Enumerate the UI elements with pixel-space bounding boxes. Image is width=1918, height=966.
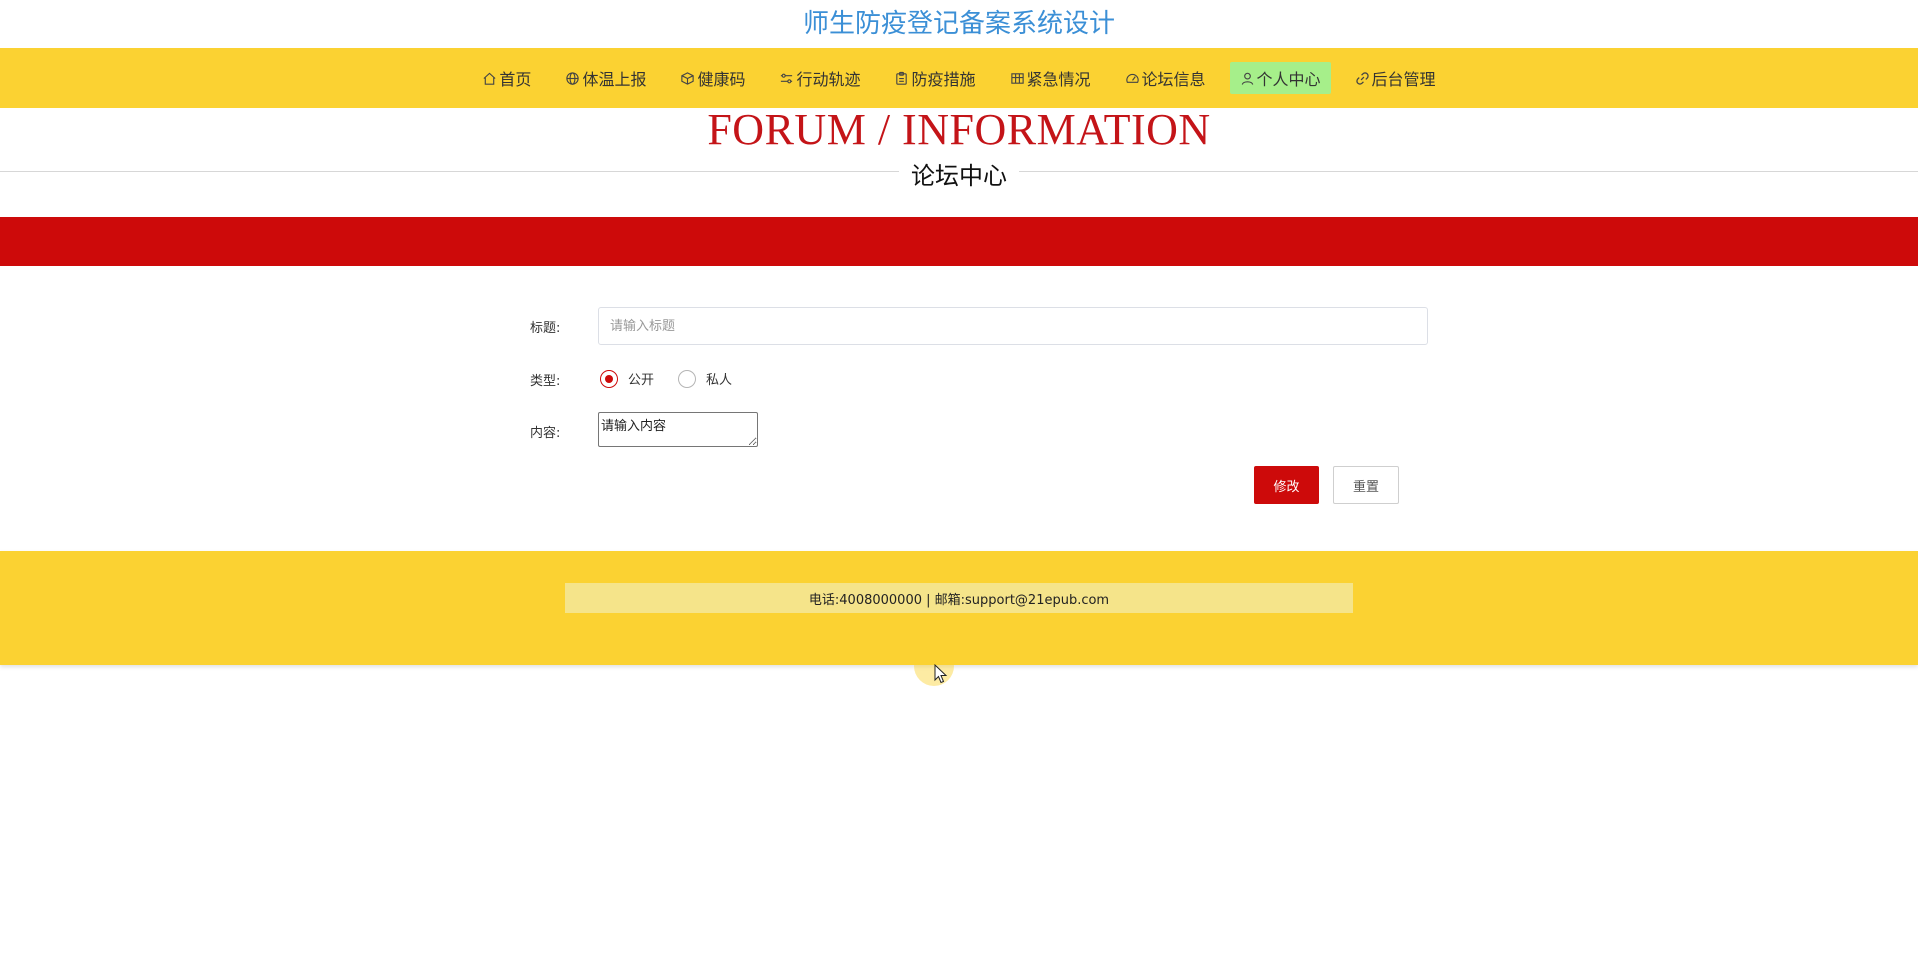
type-label: 类型: — [530, 374, 561, 389]
grid-icon — [1010, 72, 1024, 84]
reset-button[interactable]: 重置 — [1333, 466, 1399, 504]
radio-label: 私人 — [706, 373, 733, 388]
home-icon — [483, 72, 496, 85]
footer: 电话:4008000000 | 邮箱:support@21epub.com — [0, 551, 1918, 665]
submit-button[interactable]: 修改 — [1254, 466, 1319, 504]
title-label: 标题: — [530, 321, 561, 336]
nav-item-label: 行动轨迹 — [796, 70, 861, 89]
red-banner — [0, 217, 1918, 266]
type-row: 类型: — [530, 370, 575, 389]
nav-item-health-code[interactable]: 健康码 — [670, 62, 755, 94]
gauge-icon — [1125, 73, 1139, 83]
nav-item-personal-center[interactable]: 个人中心 — [1229, 62, 1331, 94]
site-title: 师生防疫登记备案系统设计 — [802, 9, 1115, 39]
nav-item-forum[interactable]: 论坛信息 — [1115, 62, 1216, 94]
radio-checked-icon — [600, 369, 618, 388]
sliders-icon — [781, 73, 793, 83]
content-row: 内容: — [530, 422, 575, 441]
page-heading-english: FORUM / INFORMATION — [707, 105, 1211, 154]
page-heading-chinese: 论坛中心 — [899, 156, 1019, 191]
main-nav: 首页 体温上报 健康码 行动轨迹 防疫措施 紧急情况 论坛信息 个人中心 后台管… — [0, 48, 1918, 108]
nav-item-emergency[interactable]: 紧急情况 — [1000, 62, 1101, 94]
nav-item-label: 后台管理 — [1371, 70, 1436, 89]
content-label: 内容: — [530, 426, 561, 441]
clipboard-icon — [896, 71, 908, 85]
link-icon — [1355, 71, 1369, 85]
cube-icon — [681, 71, 695, 85]
radio-label: 公开 — [628, 373, 655, 388]
nav-item-measures[interactable]: 防疫措施 — [884, 62, 985, 94]
nav-item-temperature[interactable]: 体温上报 — [555, 62, 656, 94]
nav-item-label: 首页 — [499, 70, 532, 89]
nav-item-label: 论坛信息 — [1141, 70, 1206, 89]
mouse-pointer-icon — [934, 664, 948, 684]
footer-contact: 电话:4008000000 | 邮箱:support@21epub.com — [565, 583, 1353, 613]
title-row: 标题: — [530, 317, 575, 336]
content-textarea[interactable] — [598, 412, 758, 447]
nav-item-label: 体温上报 — [582, 70, 647, 89]
nav-item-home[interactable]: 首页 — [472, 62, 541, 94]
globe-icon — [566, 71, 580, 85]
title-input[interactable] — [598, 307, 1428, 345]
radio-unchecked-icon — [678, 369, 697, 388]
nav-item-label: 个人中心 — [1256, 70, 1321, 89]
type-radio-group: 公开 私人 — [600, 369, 756, 388]
user-icon — [1241, 72, 1253, 85]
nav-item-trajectory[interactable]: 行动轨迹 — [769, 62, 870, 94]
nav-item-label: 防疫措施 — [911, 70, 976, 89]
nav-item-label: 紧急情况 — [1026, 70, 1091, 89]
type-radio-public[interactable]: 公开 — [600, 369, 654, 388]
nav-item-label: 健康码 — [697, 70, 746, 89]
type-radio-private[interactable]: 私人 — [678, 369, 732, 388]
nav-item-admin[interactable]: 后台管理 — [1345, 62, 1446, 94]
